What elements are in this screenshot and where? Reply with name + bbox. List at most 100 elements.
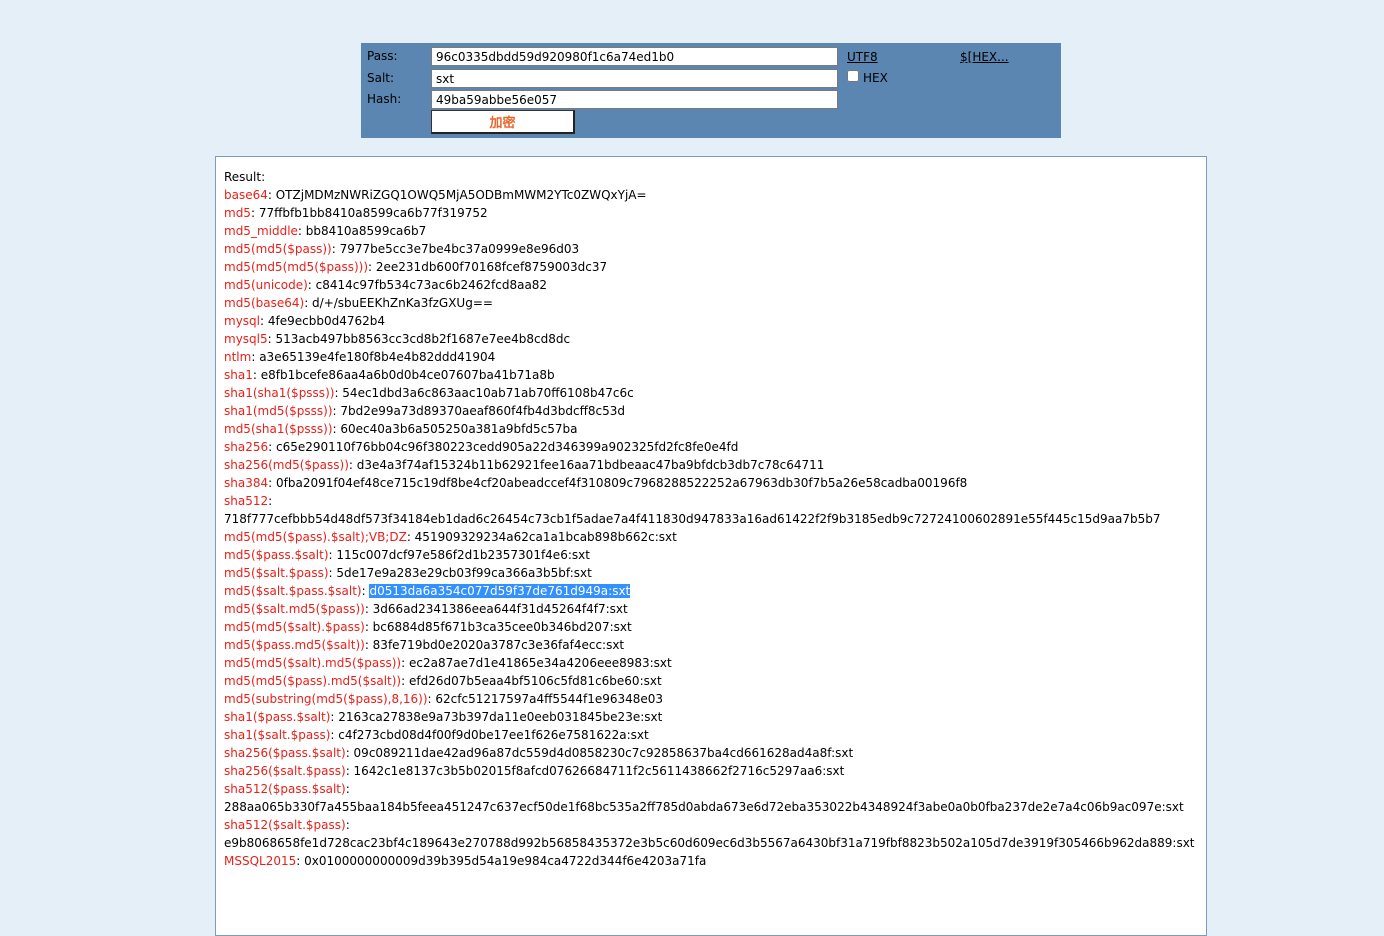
result-row: sha1($pass.$salt): 2163ca27838e9a73b397d… xyxy=(224,710,663,724)
hash-value[interactable]: d0513da6a354c077d59f37de761d949a:sxt xyxy=(369,584,631,598)
hash-type-label: md5(unicode) xyxy=(224,278,308,292)
result-row: base64: OTZjMDMzNWRiZGQ1OWQ5MjA5ODBmMWM2… xyxy=(224,188,647,202)
hash-value[interactable]: 718f777cefbbb54d48df573f34184eb1dad6c264… xyxy=(224,512,1161,526)
hash-value[interactable]: a3e65139e4fe180f8b4e4b82ddd41904 xyxy=(259,350,495,364)
hash-type-label: sha512 xyxy=(224,494,269,508)
hash-value[interactable]: 60ec40a3b6a505250a381a9bfd5c57ba xyxy=(340,422,577,436)
hash-type-label: sha512($pass.$salt) xyxy=(224,782,346,796)
hash-value[interactable]: 83fe719bd0e2020a3787c3e36faf4ecc:sxt xyxy=(373,638,624,652)
result-row: sha1: e8fb1bcefe86aa4a6b0d0b4ce07607ba41… xyxy=(224,368,555,382)
hash-value[interactable]: c65e290110f76bb04c96f380223cedd905a22d34… xyxy=(276,440,738,454)
hash-type-label: MSSQL2015 xyxy=(224,854,297,868)
result-list: base64: OTZjMDMzNWRiZGQ1OWQ5MjA5ODBmMWM2… xyxy=(224,186,1198,870)
result-row: md5(substring(md5($pass),8,16)): 62cfc51… xyxy=(224,692,664,706)
hash-value[interactable]: c8414c97fb534c73ac6b2462fcd8aa82 xyxy=(316,278,547,292)
hash-value[interactable]: 7bd2e99a73d89370aeaf860f4fb4d3bdcff8c53d xyxy=(340,404,625,418)
hash-type-label: sha256(md5($pass)) xyxy=(224,458,349,472)
result-row: sha512($salt.$pass): e9b8068658fe1d728ca… xyxy=(224,818,1195,850)
hash-value[interactable]: 1642c1e8137c3b5b02015f8afcd07626684711f2… xyxy=(354,764,845,778)
hash-type-label: md5($salt.md5($pass)) xyxy=(224,602,365,616)
hash-value[interactable]: 0x0100000000009d39b395d54a19e984ca4722d3… xyxy=(304,854,706,868)
hash-value[interactable]: efd26d07b5eaa4bf5106c5fd81c6be60:sxt xyxy=(409,674,662,688)
result-row: sha256(md5($pass)): d3e4a3f74af15324b11b… xyxy=(224,458,825,472)
result-row: sha384: 0fba2091f04ef48ce715c19df8be4cf2… xyxy=(224,476,968,490)
hex-checkbox[interactable] xyxy=(847,70,859,82)
hash-value[interactable]: d/+/sbuEEKhZnKa3fzGXUg== xyxy=(312,296,493,310)
hash-value[interactable]: ec2a87ae7d1e41865e34a4206eee8983:sxt xyxy=(409,656,672,670)
result-row: sha512: 718f777cefbbb54d48df573f34184eb1… xyxy=(224,494,1161,526)
hash-value[interactable]: 288aa065b330f7a455baa184b5feea451247c637… xyxy=(224,800,1184,814)
result-row: ntlm: a3e65139e4fe180f8b4e4b82ddd41904 xyxy=(224,350,496,364)
hash-value[interactable]: 115c007dcf97e586f2d1b2357301f4e6:sxt xyxy=(336,548,590,562)
result-row: md5(md5($salt).$pass): bc6884d85f671b3ca… xyxy=(224,620,632,634)
hash-type-label: md5(substring(md5($pass),8,16)) xyxy=(224,692,428,706)
hash-value[interactable]: 2163ca27838e9a73b397da11e0eeb031845be23e… xyxy=(338,710,662,724)
hash-value[interactable]: 4fe9ecbb0d4762b4 xyxy=(268,314,385,328)
hash-value[interactable]: c4f273cbd08d4f00f9d0be17ee1f626e7581622a… xyxy=(338,728,648,742)
result-row: md5(md5($salt).md5($pass)): ec2a87ae7d1e… xyxy=(224,656,672,670)
hash-type-label: md5(md5($salt).$pass) xyxy=(224,620,365,634)
utf8-link[interactable]: UTF8 xyxy=(847,50,878,64)
salt-input[interactable] xyxy=(431,69,838,88)
hash-type-label: md5(base64) xyxy=(224,296,305,310)
hash-value[interactable]: 77ffbfb1bb8410a8599ca6b77f319752 xyxy=(259,206,488,220)
hash-value[interactable]: e9b8068658fe1d728cac23bf4c189643e270788d… xyxy=(224,836,1195,850)
hash-type-label: sha1(sha1($psss)) xyxy=(224,386,335,400)
hash-value[interactable]: 54ec1dbd3a6c863aac10ab71ab70ff6108b47c6c xyxy=(342,386,633,400)
result-row: MSSQL2015: 0x0100000000009d39b395d54a19e… xyxy=(224,854,707,868)
result-row: sha256: c65e290110f76bb04c96f380223cedd9… xyxy=(224,440,739,454)
hash-type-label: md5(md5($pass)) xyxy=(224,242,332,256)
hash-type-label: md5(md5($pass).md5($salt)) xyxy=(224,674,402,688)
hash-type-label: md5(md5($salt).md5($pass)) xyxy=(224,656,402,670)
hex-link[interactable]: $[HEX... xyxy=(960,50,1009,64)
pass-input[interactable] xyxy=(431,47,838,66)
encrypt-button[interactable]: 加密 xyxy=(431,110,575,134)
hash-type-label: md5 xyxy=(224,206,251,220)
result-row: mysql: 4fe9ecbb0d4762b4 xyxy=(224,314,385,328)
result-row: md5($salt.md5($pass)): 3d66ad2341386eea6… xyxy=(224,602,628,616)
hash-type-label: sha256($pass.$salt) xyxy=(224,746,346,760)
hash-value[interactable]: d3e4a3f74af15324b11b62921fee16aa71bdbeaa… xyxy=(357,458,825,472)
hash-type-label: md5($pass.md5($salt)) xyxy=(224,638,365,652)
hex-checkbox-label: HEX xyxy=(863,71,888,85)
result-row: sha256($salt.$pass): 1642c1e8137c3b5b020… xyxy=(224,764,845,778)
hash-value[interactable]: e8fb1bcefe86aa4a6b0d0b4ce07607ba41b71a8b xyxy=(261,368,555,382)
hash-type-label: sha1(md5($psss)) xyxy=(224,404,333,418)
hash-value[interactable]: 2ee231db600f70168fcef8759003dc37 xyxy=(376,260,607,274)
hash-type-label: md5(sha1($psss)) xyxy=(224,422,333,436)
result-row: sha1(sha1($psss)): 54ec1dbd3a6c863aac10a… xyxy=(224,386,634,400)
hash-value[interactable]: 451909329234a62ca1a1bcab898b662c:sxt xyxy=(415,530,677,544)
hash-value[interactable]: 513acb497bb8563cc3cd8b2f1687e7ee4b8cd8dc xyxy=(276,332,571,346)
hash-type-label: md5($salt.$pass.$salt) xyxy=(224,584,362,598)
hash-value[interactable]: bb8410a8599ca6b7 xyxy=(306,224,427,238)
hash-type-label: sha512($salt.$pass) xyxy=(224,818,346,832)
hash-value[interactable]: bc6884d85f671b3ca35cee0b346bd207:sxt xyxy=(373,620,632,634)
hash-value[interactable]: 7977be5cc3e7be4bc37a0999e8e96d03 xyxy=(340,242,580,256)
hash-type-label: md5($salt.$pass) xyxy=(224,566,329,580)
result-row: md5(md5($pass)): 7977be5cc3e7be4bc37a099… xyxy=(224,242,580,256)
hash-value[interactable]: 62cfc51217597a4ff5544f1e96348e03 xyxy=(435,692,663,706)
hash-value[interactable]: OTZjMDMzNWRiZGQ1OWQ5MjA5ODBmMWM2YTc0ZWQx… xyxy=(276,188,647,202)
hash-value[interactable]: 3d66ad2341386eea644f31d45264f4f7:sxt xyxy=(373,602,628,616)
hash-value[interactable]: 0fba2091f04ef48ce715c19df8be4cf20abeadcc… xyxy=(276,476,967,490)
result-row: md5: 77ffbfb1bb8410a8599ca6b77f319752 xyxy=(224,206,488,220)
hash-type-label: sha256($salt.$pass) xyxy=(224,764,346,778)
hash-input[interactable] xyxy=(431,90,838,109)
result-row: md5(unicode): c8414c97fb534c73ac6b2462fc… xyxy=(224,278,548,292)
result-row: md5(md5($pass).$salt);VB;DZ: 45190932923… xyxy=(224,530,677,544)
hash-type-label: mysql xyxy=(224,314,260,328)
hash-value[interactable]: 09c089211dae42ad96a87dc559d4d0858230c7c9… xyxy=(354,746,854,760)
result-row: md5($salt.$pass.$salt): d0513da6a354c077… xyxy=(224,584,631,598)
result-row: md5(md5(md5($pass))): 2ee231db600f70168f… xyxy=(224,260,608,274)
result-row: md5(base64): d/+/sbuEEKhZnKa3fzGXUg== xyxy=(224,296,493,310)
result-heading: Result: xyxy=(224,170,266,184)
result-row: md5($pass.$salt): 115c007dcf97e586f2d1b2… xyxy=(224,548,590,562)
hash-value[interactable]: 5de17e9a283e29cb03f99ca366a3b5bf:sxt xyxy=(336,566,591,580)
hash-type-label: sha384 xyxy=(224,476,269,490)
result-row: md5(sha1($psss)): 60ec40a3b6a505250a381a… xyxy=(224,422,578,436)
hash-type-label: base64 xyxy=(224,188,268,202)
hash-type-label: md5($pass.$salt) xyxy=(224,548,329,562)
hash-type-label: sha256 xyxy=(224,440,269,454)
hash-type-label: ntlm xyxy=(224,350,252,364)
result-row: md5(md5($pass).md5($salt)): efd26d07b5ea… xyxy=(224,674,662,688)
